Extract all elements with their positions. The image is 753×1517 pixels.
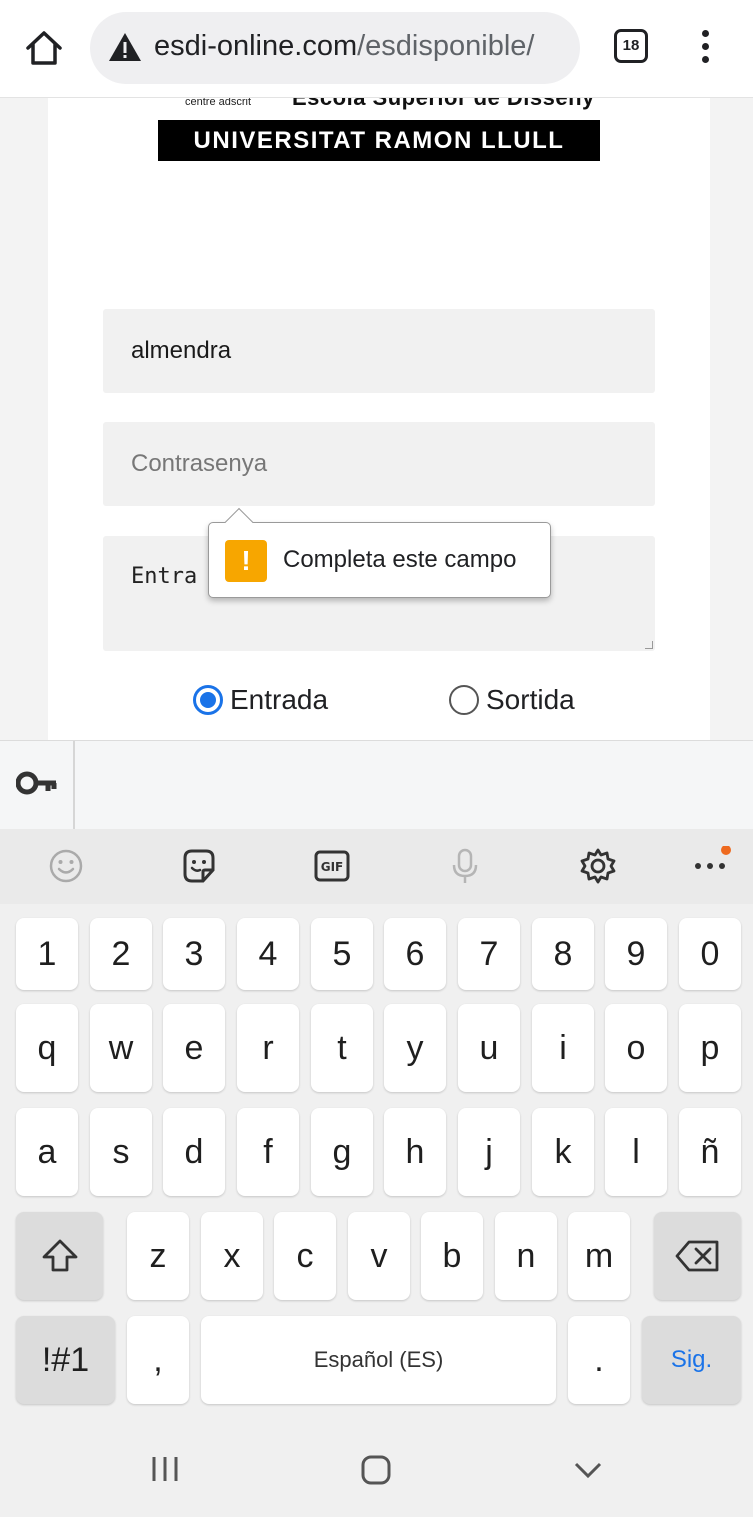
radio-entrada[interactable]: Entrada	[193, 684, 328, 716]
home-button-icon[interactable]	[360, 1454, 392, 1491]
validation-tooltip: ! Completa este campo	[208, 507, 551, 598]
key-7[interactable]: 7	[458, 918, 520, 990]
backspace-key[interactable]	[654, 1212, 741, 1300]
emoji-icon[interactable]	[46, 846, 86, 886]
system-nav-bar	[0, 1420, 753, 1517]
tab-switcher-button[interactable]: 18	[614, 29, 648, 63]
back-chevron-icon[interactable]	[572, 1454, 604, 1491]
key-s[interactable]: s	[90, 1108, 152, 1196]
login-card: centre adscrit Escola Superior de Dissen…	[48, 98, 710, 740]
radio-sortida[interactable]: Sortida	[449, 684, 575, 716]
key-2[interactable]: 2	[90, 918, 152, 990]
space-bar[interactable]: Español (ES)	[201, 1316, 556, 1404]
next-key[interactable]: Sig.	[642, 1316, 741, 1404]
key-x[interactable]: x	[201, 1212, 263, 1300]
sticker-icon[interactable]	[179, 846, 219, 886]
web-page: centre adscrit Escola Superior de Dissen…	[0, 98, 753, 740]
entry-textarea-value: Entra	[131, 564, 198, 589]
key-e[interactable]: e	[163, 1004, 225, 1092]
symbols-key[interactable]: !#1	[16, 1316, 115, 1404]
validation-message: Completa este campo	[283, 546, 517, 573]
key-icon[interactable]	[15, 769, 58, 797]
key-d[interactable]: d	[163, 1108, 225, 1196]
username-field[interactable]: almendra	[103, 309, 655, 393]
radio-label: Sortida	[486, 684, 575, 715]
logo-subtitle-right: Escola Superior de Disseny	[292, 98, 595, 111]
keyboard-toolbar: GIF	[0, 829, 753, 904]
address-bar[interactable]: esdi-online.com/esdisponible/	[90, 12, 580, 84]
url-text[interactable]: esdi-online.com/esdisponible/	[154, 30, 534, 63]
browser-toolbar: esdi-online.com/esdisponible/ 18	[0, 0, 753, 98]
key-t[interactable]: t	[311, 1004, 373, 1092]
key-w[interactable]: w	[90, 1004, 152, 1092]
radio-label: Entrada	[230, 684, 329, 715]
key-l[interactable]: l	[605, 1108, 667, 1196]
url-path: /esdisponible/	[357, 30, 535, 62]
university-logo: UNIVERSITAT RAMON LLULL	[158, 120, 600, 161]
comma-key[interactable]: ,	[127, 1316, 189, 1404]
key-f[interactable]: f	[237, 1108, 299, 1196]
key-u[interactable]: u	[458, 1004, 520, 1092]
microphone-icon[interactable]	[445, 846, 485, 886]
backspace-icon	[675, 1240, 718, 1272]
key-b[interactable]: b	[421, 1212, 483, 1300]
key-o[interactable]: o	[605, 1004, 667, 1092]
key-1[interactable]: 1	[16, 918, 78, 990]
key-m[interactable]: m	[568, 1212, 630, 1300]
key-6[interactable]: 6	[384, 918, 446, 990]
exclamation-icon: !	[225, 540, 267, 582]
key-8[interactable]: 8	[532, 918, 594, 990]
key-z[interactable]: z	[127, 1212, 189, 1300]
key-c[interactable]: c	[274, 1212, 336, 1300]
home-icon[interactable]	[22, 26, 66, 70]
password-field[interactable]: Contrasenya	[103, 422, 655, 506]
overflow-menu-icon[interactable]	[692, 28, 718, 68]
key-r[interactable]: r	[237, 1004, 299, 1092]
autofill-bar	[0, 740, 753, 830]
key-k[interactable]: k	[532, 1108, 594, 1196]
key-q[interactable]: q	[16, 1004, 78, 1092]
more-icon[interactable]	[692, 845, 732, 886]
key-4[interactable]: 4	[237, 918, 299, 990]
key-3[interactable]: 3	[163, 918, 225, 990]
radio-button-checked[interactable]	[193, 685, 223, 715]
resize-handle[interactable]	[645, 641, 653, 649]
warning-triangle-icon[interactable]	[108, 32, 142, 62]
period-key[interactable]: .	[568, 1316, 630, 1404]
gif-icon[interactable]: GIF	[312, 846, 352, 886]
radio-button-unchecked[interactable]	[449, 685, 479, 715]
recents-icon[interactable]	[150, 1454, 180, 1489]
key-a[interactable]: a	[16, 1108, 78, 1196]
settings-icon[interactable]	[578, 846, 618, 886]
key-0[interactable]: 0	[679, 918, 741, 990]
key-g[interactable]: g	[311, 1108, 373, 1196]
key-i[interactable]: i	[532, 1004, 594, 1092]
key-v[interactable]: v	[348, 1212, 410, 1300]
key-9[interactable]: 9	[605, 918, 667, 990]
key-n-tilde[interactable]: ñ	[679, 1108, 741, 1196]
svg-text:GIF: GIF	[321, 860, 344, 874]
shift-key[interactable]	[16, 1212, 103, 1300]
logo-subtitle-left: centre adscrit	[185, 98, 252, 108]
url-domain: esdi-online.com	[154, 30, 358, 62]
key-n[interactable]: n	[495, 1212, 557, 1300]
key-p[interactable]: p	[679, 1004, 741, 1092]
key-5[interactable]: 5	[311, 918, 373, 990]
key-h[interactable]: h	[384, 1108, 446, 1196]
key-j[interactable]: j	[458, 1108, 520, 1196]
shift-arrow-icon	[42, 1239, 77, 1272]
key-y[interactable]: y	[384, 1004, 446, 1092]
